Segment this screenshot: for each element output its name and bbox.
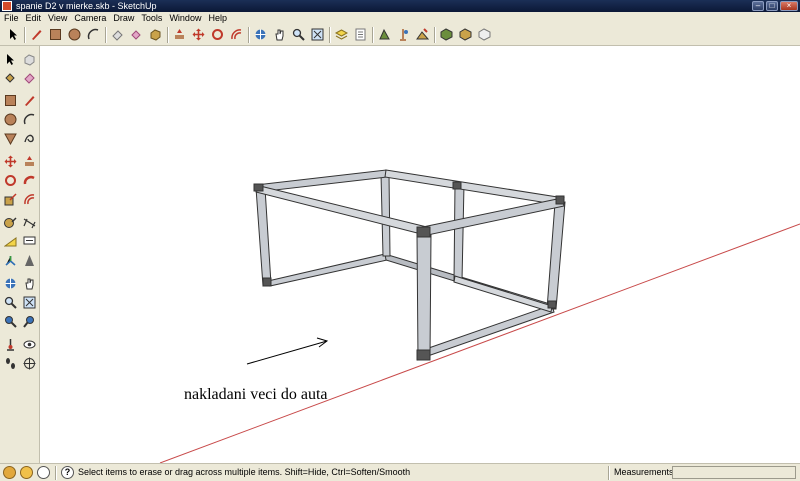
layers-icon[interactable] (333, 26, 350, 43)
annotation-arrow (246, 340, 328, 365)
rotate-icon[interactable] (1, 171, 19, 189)
section-plane-icon[interactable] (20, 354, 38, 372)
offset-icon[interactable] (228, 26, 245, 43)
component-icon[interactable] (147, 26, 164, 43)
menu-help[interactable]: Help (208, 12, 227, 24)
maximize-button[interactable]: □ (766, 1, 778, 11)
minimize-button[interactable]: – (752, 1, 764, 11)
geo-location-icon[interactable] (3, 466, 16, 479)
look-around-icon[interactable] (395, 26, 412, 43)
axes-icon[interactable] (1, 251, 19, 269)
tape-measure-icon[interactable] (1, 213, 19, 231)
position-camera-icon[interactable] (414, 26, 431, 43)
title-bar: spanie D2 v mierke.skb - SketchUp – □ × (0, 0, 800, 12)
red-axis-line (159, 223, 800, 463)
follow-me-icon[interactable] (20, 171, 38, 189)
line-icon[interactable] (20, 91, 38, 109)
menu-view[interactable]: View (48, 12, 67, 24)
large-tool-set (0, 46, 40, 463)
status-bar: ? Select items to erase or drag across m… (0, 463, 800, 481)
rectangle-icon[interactable] (1, 91, 19, 109)
zoom-window-icon[interactable] (20, 293, 38, 311)
position-camera-icon[interactable] (1, 335, 19, 353)
zoom-extents-icon[interactable] (20, 312, 38, 330)
push-pull-icon[interactable] (171, 26, 188, 43)
paint-bucket-icon[interactable] (1, 68, 19, 86)
modeling-viewport[interactable]: nakladani veci do auta (40, 46, 800, 463)
model-canvas (159, 169, 800, 463)
orbit-icon[interactable] (1, 274, 19, 292)
component-icon[interactable] (20, 50, 38, 68)
menu-edit[interactable]: Edit (26, 12, 42, 24)
orbit-icon[interactable] (252, 26, 269, 43)
zoom-icon[interactable] (290, 26, 307, 43)
protractor-icon[interactable] (1, 232, 19, 250)
select-icon[interactable] (5, 26, 22, 43)
close-button[interactable]: × (780, 1, 798, 11)
rotate-icon[interactable] (209, 26, 226, 43)
outliner-icon[interactable] (352, 26, 369, 43)
bed-frame-model (253, 169, 566, 361)
select-icon[interactable] (1, 50, 19, 68)
circle-icon[interactable] (66, 26, 83, 43)
arc-icon[interactable] (20, 110, 38, 128)
window-title: spanie D2 v mierke.skb - SketchUp (16, 1, 157, 11)
menu-bar: File Edit View Camera Draw Tools Window … (0, 12, 800, 24)
main-toolbar (0, 24, 800, 46)
walk-icon[interactable] (1, 354, 19, 372)
zoom-icon[interactable] (1, 293, 19, 311)
eraser-icon[interactable] (20, 68, 38, 86)
eraser-icon[interactable] (109, 26, 126, 43)
text-icon[interactable] (20, 232, 38, 250)
menu-tools[interactable]: Tools (141, 12, 162, 24)
circle-icon[interactable] (1, 110, 19, 128)
look-around-icon[interactable] (20, 335, 38, 353)
measurements-label: Measurements (614, 467, 674, 477)
paint-bucket-icon[interactable] (128, 26, 145, 43)
menu-draw[interactable]: Draw (113, 12, 134, 24)
styles-icon[interactable] (476, 26, 493, 43)
user-icon[interactable] (37, 466, 50, 479)
move-icon[interactable] (1, 152, 19, 170)
walk-icon[interactable] (376, 26, 393, 43)
credits-icon[interactable] (20, 466, 33, 479)
measurements-input[interactable] (672, 466, 796, 479)
menu-window[interactable]: Window (169, 12, 201, 24)
help-icon[interactable]: ? (61, 466, 74, 479)
pencil-icon[interactable] (28, 26, 45, 43)
rectangle-icon[interactable] (47, 26, 64, 43)
section-plane-icon[interactable] (438, 26, 455, 43)
move-icon[interactable] (190, 26, 207, 43)
arc-icon[interactable] (85, 26, 102, 43)
freehand-icon[interactable] (20, 129, 38, 147)
scale-icon[interactable] (1, 190, 19, 208)
previous-view-icon[interactable] (1, 312, 19, 330)
polygon-icon[interactable] (1, 129, 19, 147)
pan-icon[interactable] (271, 26, 288, 43)
display-section-icon[interactable] (457, 26, 474, 43)
annotation-text: nakladani veci do auta (184, 386, 328, 403)
push-pull-icon[interactable] (20, 152, 38, 170)
sketchup-app-icon[interactable] (2, 1, 12, 11)
menu-file[interactable]: File (4, 12, 19, 24)
status-hint: Select items to erase or drag across mul… (78, 467, 411, 477)
3d-text-icon[interactable] (20, 251, 38, 269)
offset-icon[interactable] (20, 190, 38, 208)
menu-camera[interactable]: Camera (74, 12, 106, 24)
zoom-extents-icon[interactable] (309, 26, 326, 43)
dimension-icon[interactable] (20, 213, 38, 231)
pan-icon[interactable] (20, 274, 38, 292)
